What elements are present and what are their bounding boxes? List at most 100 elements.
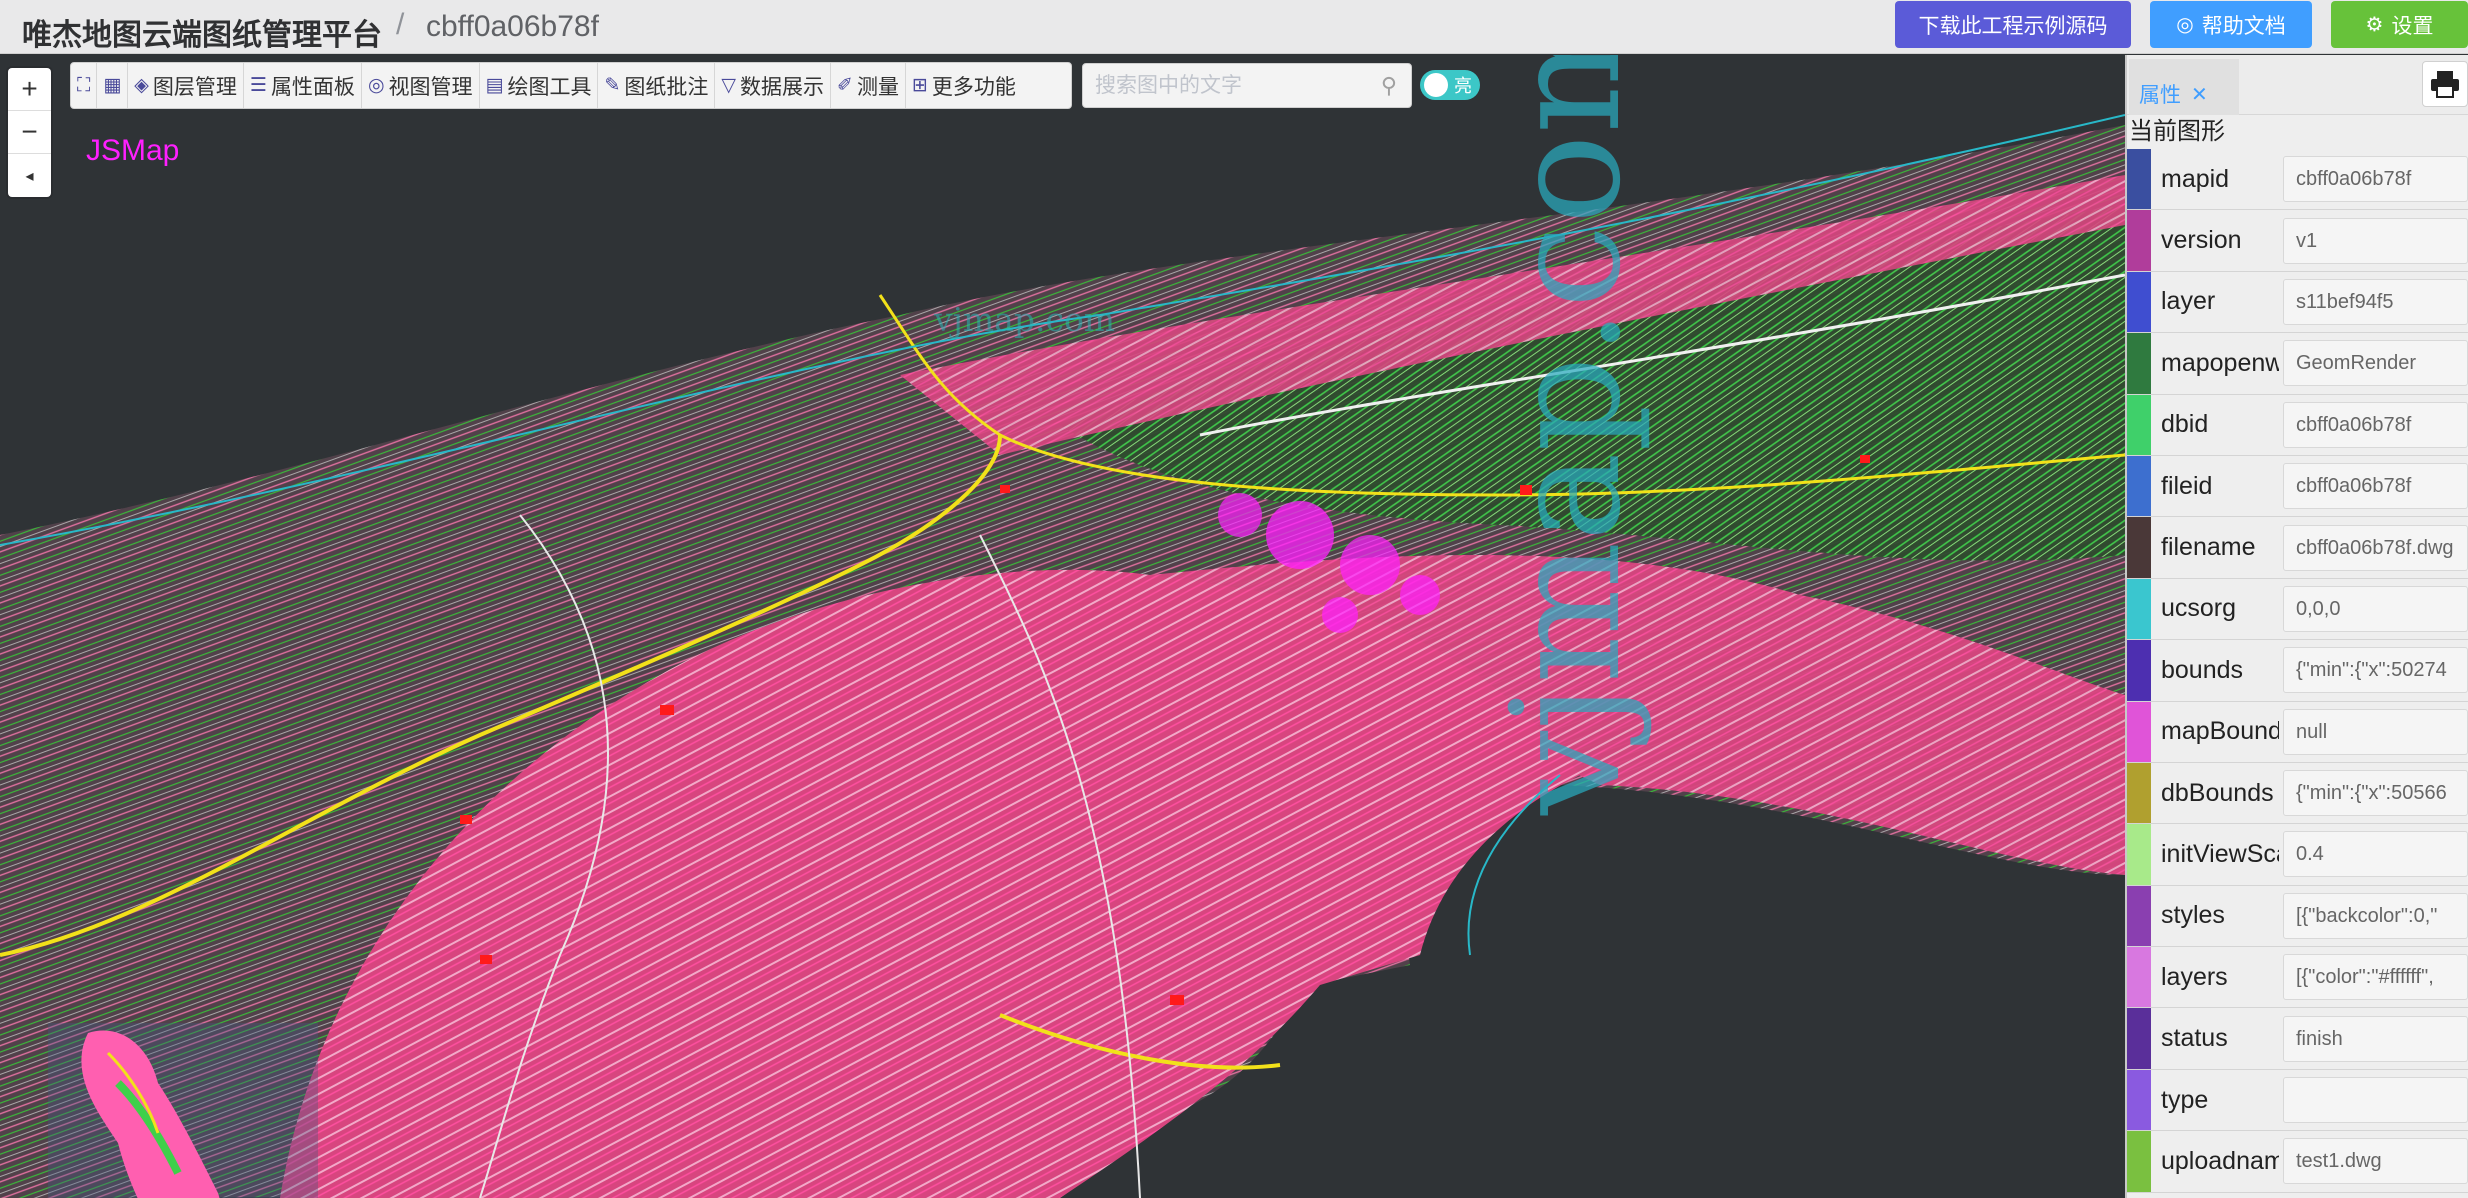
property-value[interactable]: [{"color":"#ffffff",: [2283, 954, 2468, 1001]
draw-tools-button[interactable]: ▤ 绘图工具: [480, 63, 599, 108]
property-row: layers [{"color":"#ffffff",: [2127, 947, 2468, 1009]
property-row: bounds {"min":{"x":50274: [2127, 640, 2468, 702]
property-value[interactable]: {"min":{"x":50566: [2283, 770, 2468, 817]
measure-icon: ✐: [837, 75, 853, 96]
property-key: version: [2161, 226, 2242, 255]
property-value[interactable]: s11bef94f5: [2283, 278, 2468, 325]
tab-properties[interactable]: 属性 ✕: [2139, 79, 2208, 109]
print-button[interactable]: [2422, 61, 2468, 107]
property-value[interactable]: cbff0a06b78f: [2283, 463, 2468, 510]
view-icon: ◎: [367, 75, 385, 96]
property-value[interactable]: finish: [2283, 1015, 2468, 1062]
property-value-box: 0.4: [2279, 824, 2468, 884]
property-key: mapopenway: [2161, 348, 2279, 377]
property-value[interactable]: 0,0,0: [2283, 585, 2468, 632]
property-value-box: [{"backcolor":0,": [2279, 886, 2468, 946]
view-manage-label: 视图管理: [388, 75, 473, 99]
property-row: initViewScale0.4: [2127, 824, 2468, 886]
zoom-in-button[interactable]: +: [8, 68, 51, 111]
qrcode-button[interactable]: ▦: [97, 63, 129, 108]
property-color-swatch: [2127, 455, 2151, 517]
property-color-swatch: [2127, 640, 2151, 701]
property-value-box: {"min":{"x":50274: [2279, 640, 2468, 700]
property-row: version v1: [2127, 210, 2468, 272]
property-row: fileid cbff0a06b78f: [2127, 455, 2468, 518]
property-key: type: [2161, 1085, 2209, 1114]
property-value-box: {"min":{"x":50566: [2279, 763, 2468, 823]
property-value[interactable]: [2283, 1077, 2468, 1124]
property-panel-button[interactable]: ☰ 属性面板: [244, 63, 362, 108]
property-row: uploadnametest1.dwg: [2127, 1131, 2468, 1193]
annotate-label: 图纸批注: [624, 75, 709, 99]
fullscreen-icon: ⛶: [77, 74, 91, 96]
draw-tools-label: 绘图工具: [507, 75, 592, 99]
data-display-button[interactable]: ▽ 数据展示: [715, 63, 832, 108]
help-icon: ◎: [2176, 14, 2194, 36]
settings-button[interactable]: ⚙ 设置: [2331, 1, 2468, 48]
property-row: filename cbff0a06b78f.dwg: [2127, 517, 2468, 579]
property-value-box: test1.dwg: [2279, 1131, 2468, 1191]
map-toolbar: ⛶ ▦ ◈ 图层管理 ☰ 属性面板 ◎ 视图管理 ▤ 绘图工具 ✎ 图纸批注 ▽…: [70, 62, 1072, 109]
settings-label: 设置: [2391, 14, 2434, 38]
help-docs-button[interactable]: ◎ 帮助文档: [2150, 1, 2312, 48]
property-value-box: finish: [2279, 1008, 2468, 1068]
download-source-label: 下载此工程示例源码: [1918, 14, 2108, 38]
search-input[interactable]: [1095, 72, 1365, 100]
property-row: ucsorg 0,0,0: [2127, 578, 2468, 641]
property-value[interactable]: v1: [2283, 217, 2468, 264]
filter-icon: ▽: [721, 75, 737, 96]
theme-toggle[interactable]: 亮: [1420, 70, 1480, 100]
map-canvas[interactable]: vjmap.com vjmap.com: [0, 55, 2125, 1198]
overview-minimap[interactable]: [48, 1023, 318, 1198]
property-value-box: null: [2279, 702, 2468, 762]
property-value[interactable]: null: [2283, 708, 2468, 755]
property-value-box: cbff0a06b78f: [2279, 456, 2468, 516]
property-color-swatch: [2127, 1131, 2151, 1192]
property-color-swatch: [2127, 271, 2151, 333]
data-display-label: 数据展示: [740, 75, 825, 99]
property-color-swatch: [2127, 210, 2151, 271]
qrcode-icon: ▦: [103, 75, 122, 96]
measure-button[interactable]: ✐ 测量: [831, 63, 906, 108]
property-value[interactable]: test1.dwg: [2283, 1138, 2468, 1185]
view-manage-button[interactable]: ◎ 视图管理: [362, 63, 480, 108]
annotate-button[interactable]: ✎ 图纸批注: [598, 63, 716, 108]
more-functions-button[interactable]: ⊞ 更多功能: [906, 63, 1022, 108]
zoom-out-button[interactable]: −: [8, 111, 51, 154]
property-row: dbBounds {"min":{"x":50566: [2127, 762, 2468, 825]
property-value[interactable]: GeomRender: [2283, 340, 2468, 387]
property-panel-label: 属性面板: [270, 75, 355, 99]
download-source-button[interactable]: 下载此工程示例源码: [1895, 1, 2131, 48]
property-value-box: [{"color":"#ffffff",: [2279, 947, 2468, 1007]
close-icon[interactable]: ✕: [2191, 82, 2208, 107]
property-value-box: v1: [2279, 210, 2468, 270]
property-key: dbBounds: [2161, 778, 2274, 807]
search-box: ⚲: [1082, 63, 1412, 108]
property-value[interactable]: cbff0a06b78f: [2283, 156, 2468, 203]
search-icon[interactable]: ⚲: [1381, 73, 1397, 99]
property-key: initViewScale: [2161, 839, 2279, 868]
more-functions-label: 更多功能: [931, 75, 1016, 99]
property-value[interactable]: 0.4: [2283, 831, 2468, 878]
property-key: layers: [2161, 962, 2228, 991]
layer-manage-label: 图层管理: [152, 75, 237, 99]
layer-manage-button[interactable]: ◈ 图层管理: [128, 63, 244, 108]
measure-label: 测量: [856, 75, 899, 99]
property-key: bounds: [2161, 655, 2244, 684]
property-row: status finish: [2127, 1008, 2468, 1070]
panel-tabs: 属性 ✕: [2127, 55, 2468, 115]
property-value[interactable]: {"min":{"x":50274: [2283, 647, 2468, 694]
property-value[interactable]: cbff0a06b78f: [2283, 401, 2468, 448]
property-value-box: [2279, 1070, 2468, 1130]
property-value[interactable]: cbff0a06b78f.dwg: [2283, 524, 2468, 571]
app-header: 唯杰地图云端图纸管理平台 / cbff0a06b78f 下载此工程示例源码 ◎ …: [0, 0, 2468, 54]
property-panel: 属性 ✕ 当前图形 mapid cbff0a06b78f version v1 laye…: [2125, 55, 2468, 1198]
property-color-swatch: [2127, 824, 2151, 885]
terrain-map-drawing: [0, 114, 2125, 1198]
property-key: uploadname: [2161, 1146, 2279, 1175]
fullscreen-button[interactable]: ⛶: [71, 63, 98, 108]
more-icon: ⊞: [911, 75, 928, 96]
property-value[interactable]: [{"backcolor":0,": [2283, 892, 2468, 939]
reset-north-button[interactable]: ◂: [8, 154, 51, 197]
jsmap-brand-label: JSMap: [86, 134, 180, 167]
